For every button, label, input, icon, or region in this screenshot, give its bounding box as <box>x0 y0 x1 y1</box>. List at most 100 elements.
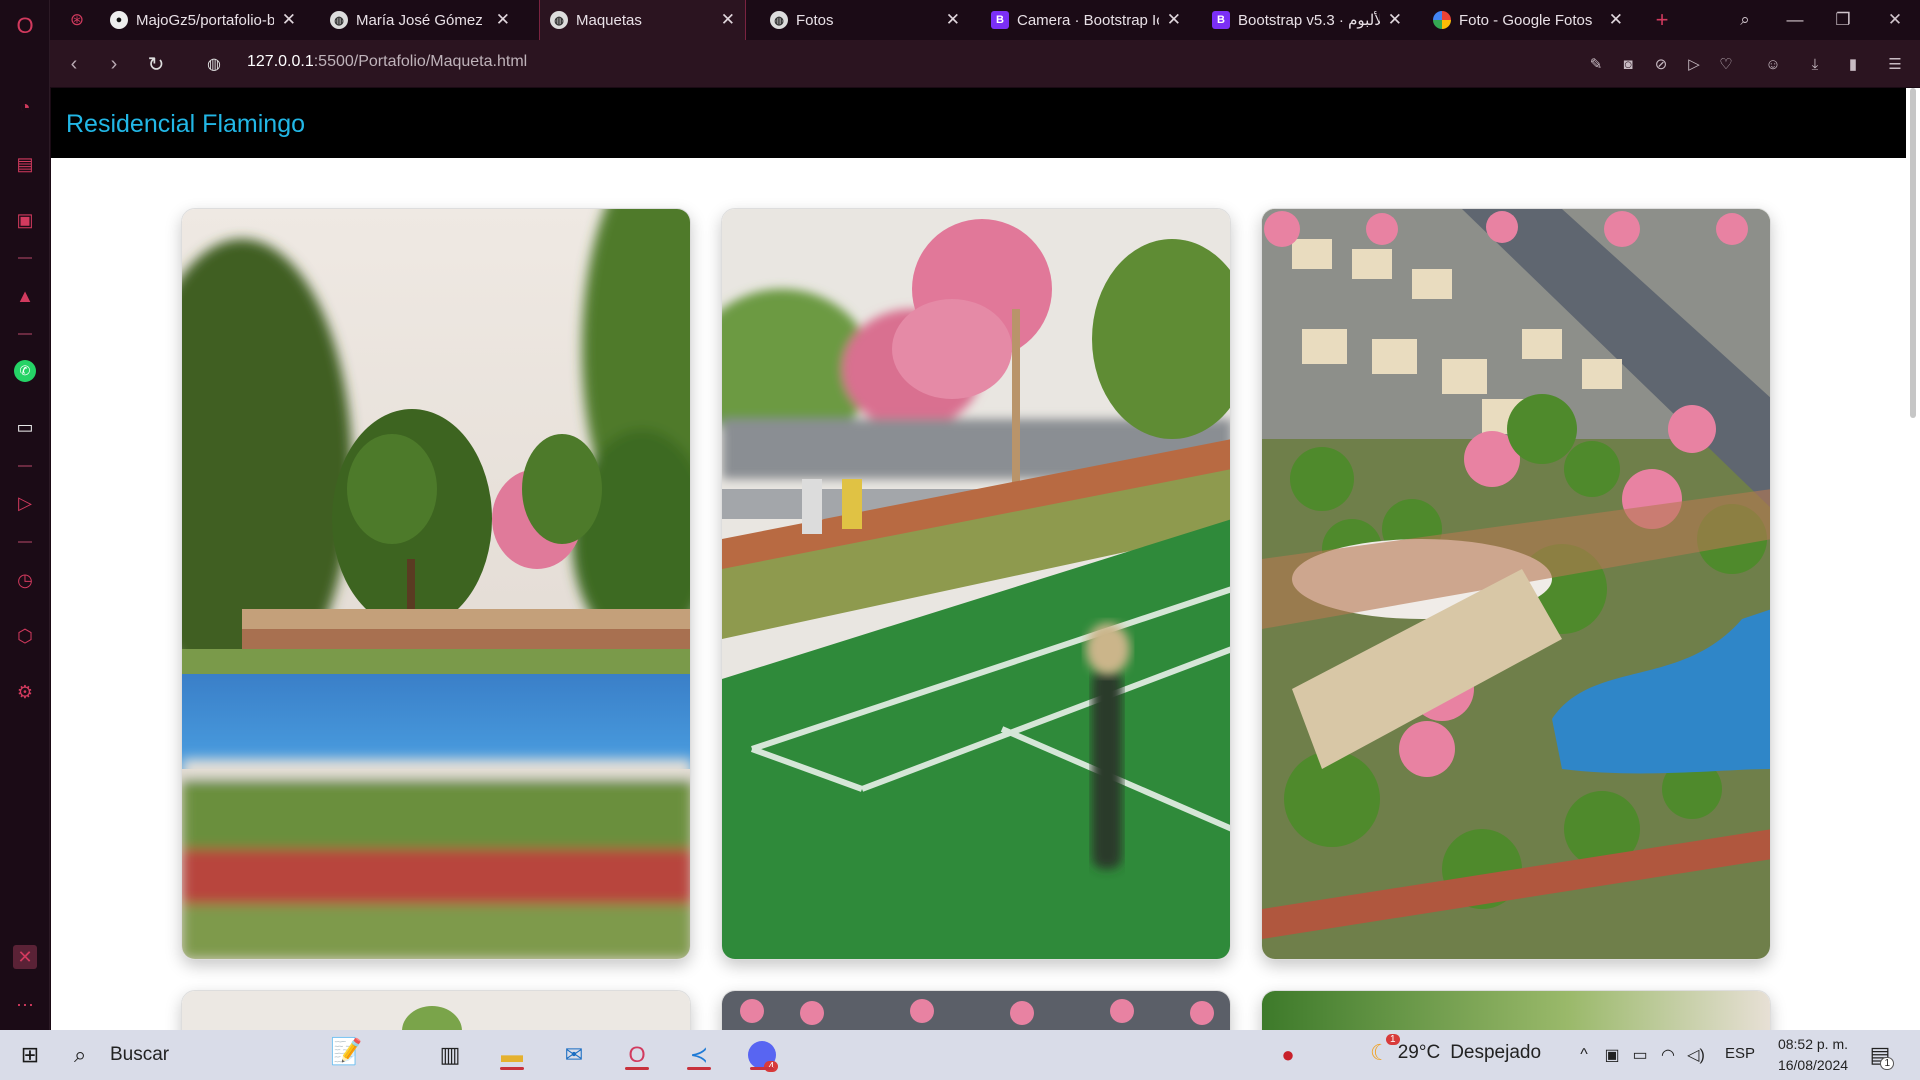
profile-icon[interactable]: ☺ <box>1762 53 1784 75</box>
adblock-icon[interactable]: ⊘ <box>1650 53 1672 75</box>
close-window-icon[interactable]: ✕ <box>1880 6 1910 34</box>
restore-icon[interactable]: ❐ <box>1828 6 1858 34</box>
tab-bar: ⊛ ● MajoGz5/portafolio-b7 ✕ ◍ María José… <box>50 0 1920 40</box>
app-pinned-icon[interactable]: ✕ <box>13 945 37 969</box>
url-path: :5500/Portafolio/Maqueta.html <box>313 53 528 70</box>
new-tab-plus-icon[interactable]: + <box>1647 6 1677 34</box>
discord-icon[interactable]: ▭ <box>13 415 37 439</box>
weather-moon-icon: ☾ <box>1370 1040 1390 1065</box>
close-tab-icon[interactable]: ✕ <box>1167 10 1181 30</box>
more-options-icon[interactable]: ⋯ <box>13 993 37 1017</box>
github-icon: ● <box>110 11 128 29</box>
tab-title: Bootstrap v5.3 · الألبوم <box>1238 12 1380 29</box>
windows-start-icon[interactable]: ⊞ <box>12 1038 48 1072</box>
reload-icon[interactable]: ↻ <box>142 50 170 78</box>
search-highlight-icon: 📝 <box>330 1036 363 1066</box>
url-field[interactable]: 127.0.0.1:5500/Portafolio/Maqueta.html <box>247 53 527 71</box>
whatsapp-icon[interactable]: ✆ <box>13 359 37 383</box>
snapshot-camera-icon[interactable]: ◙ <box>1617 53 1639 75</box>
running-indicator <box>687 1067 711 1070</box>
sidebar-divider <box>18 541 32 543</box>
file-explorer-icon[interactable]: ▬ <box>494 1038 530 1072</box>
bookmark-heart-icon[interactable]: ♡ <box>1715 53 1737 75</box>
bootstrap-icon: B <box>991 11 1009 29</box>
opera-logo-icon[interactable]: O <box>13 13 37 38</box>
site-info-globe-icon[interactable]: ◍ <box>200 50 228 78</box>
maqueta-photo-court <box>722 209 1230 959</box>
extensions-icon[interactable]: ⬡ <box>13 624 37 648</box>
gallery-card[interactable] <box>721 990 1231 1030</box>
maqueta-photo-aerial <box>1262 209 1770 959</box>
tab-islands-icon[interactable]: ⊛ <box>62 6 92 34</box>
weather-temp: 29°C <box>1397 1042 1441 1063</box>
tab-camera-bootstrap[interactable]: B Camera · Bootstrap Icon ✕ <box>981 0 1191 40</box>
gallery-card[interactable] <box>1261 990 1771 1030</box>
navbar-brand[interactable]: Residencial Flamingo <box>66 110 305 139</box>
weather-widget[interactable]: ☾ 29°C Despejado 1 <box>1370 1034 1541 1066</box>
page-viewport: Residencial Flamingo <box>51 88 1906 1030</box>
player-icon[interactable]: ▷ <box>13 491 37 515</box>
tab-maria-jose[interactable]: ◍ María José Gómez ✕ <box>320 0 520 40</box>
gallery-card[interactable] <box>181 208 691 960</box>
globe-icon: ◍ <box>330 11 348 29</box>
maqueta-photo-6 <box>1262 991 1770 1030</box>
tab-title: Foto - Google Fotos <box>1459 11 1593 29</box>
forward-arrow-icon[interactable]: › <box>100 50 128 78</box>
task-view-icon[interactable]: ▥ <box>432 1038 468 1072</box>
maqueta-photo-4 <box>182 991 690 1030</box>
easy-setup-icon[interactable]: ☰ <box>1884 53 1906 75</box>
shopping-bag-icon[interactable]: ▤ <box>13 152 37 176</box>
battery-saver-icon[interactable]: ▮ <box>1842 53 1864 75</box>
language-indicator[interactable]: ESP <box>1725 1045 1755 1062</box>
close-tab-icon[interactable]: ✕ <box>721 10 735 30</box>
close-tab-icon[interactable]: ✕ <box>1388 10 1402 30</box>
opera-taskbar-icon[interactable]: O <box>619 1038 655 1072</box>
tab-search-icon[interactable]: ⌕ <box>1730 6 1760 34</box>
close-tab-icon[interactable]: ✕ <box>946 10 960 30</box>
globe-icon: ◍ <box>770 11 788 29</box>
edit-page-icon[interactable]: ✎ <box>1585 53 1607 75</box>
notifications-icon[interactable]: ▤ 1 <box>1862 1038 1898 1072</box>
gallery-card[interactable] <box>721 208 1231 960</box>
tab-title: María José Gómez <box>356 11 483 29</box>
arc-icon[interactable]: ▲ <box>13 284 37 308</box>
search-label: Buscar <box>110 1044 170 1065</box>
tab-github[interactable]: ● MajoGz5/portafolio-b7 ✕ <box>100 0 306 40</box>
close-tab-icon[interactable]: ✕ <box>496 10 510 30</box>
send-icon[interactable]: ▷ <box>1683 53 1705 75</box>
speed-dial-icon[interactable]: ◔ <box>13 95 37 119</box>
vscode-icon[interactable]: ≺ <box>681 1038 717 1072</box>
weather-badge: 1 <box>1386 1034 1400 1045</box>
aria-ai-icon[interactable]: ▣ <box>13 208 37 232</box>
back-arrow-icon[interactable]: ‹ <box>60 50 88 78</box>
scrollbar-thumb[interactable] <box>1910 88 1916 418</box>
discord-taskbar-icon[interactable]: 4 <box>744 1038 780 1072</box>
running-indicator <box>625 1067 649 1070</box>
tab-title: Fotos <box>796 11 834 29</box>
opera-sidebar: O ◔ ▤ ▣ ▲ ✆ ▭ ▷ ◷ ⬡ ⚙ ✕ ⋯ <box>0 0 50 1030</box>
page-scrollbar[interactable] <box>1906 88 1920 1030</box>
sidebar-divider <box>18 465 32 467</box>
history-icon[interactable]: ◷ <box>13 568 37 592</box>
downloads-icon[interactable]: ⤓ <box>1804 53 1826 75</box>
running-indicator <box>500 1067 524 1070</box>
clock[interactable]: 08:52 p. m. 16/08/2024 <box>1772 1034 1854 1076</box>
tab-fotos[interactable]: ◍ Fotos ✕ <box>760 0 970 40</box>
close-tab-icon[interactable]: ✕ <box>1609 10 1623 30</box>
tray-app-red-icon[interactable]: ● <box>1270 1038 1306 1072</box>
close-tab-icon[interactable]: ✕ <box>282 10 296 30</box>
windows-taskbar: ⊞ ⌕ Buscar 📝 ▥ ▬ ✉ O ≺ 4 ● ☾ 29°C Despej… <box>0 1030 1920 1080</box>
tab-maquetas[interactable]: ◍ Maquetas ✕ <box>539 0 746 40</box>
settings-gear-icon[interactable]: ⚙ <box>13 680 37 704</box>
maqueta-photo-5 <box>722 991 1230 1030</box>
mail-icon[interactable]: ✉ <box>556 1038 592 1072</box>
tab-bootstrap-album[interactable]: B Bootstrap v5.3 · الألبوم ✕ <box>1202 0 1412 40</box>
volume-icon[interactable]: ◁) <box>1678 1038 1714 1072</box>
sidebar-divider <box>18 333 32 335</box>
taskbar-search[interactable]: ⌕ Buscar 📝 <box>60 1030 420 1080</box>
minimize-icon[interactable]: — <box>1780 6 1810 34</box>
gallery-card[interactable] <box>1261 208 1771 960</box>
gallery-card[interactable] <box>181 990 691 1030</box>
tab-google-fotos[interactable]: Foto - Google Fotos ✕ <box>1423 0 1633 40</box>
notification-count: 1 <box>1880 1057 1894 1070</box>
